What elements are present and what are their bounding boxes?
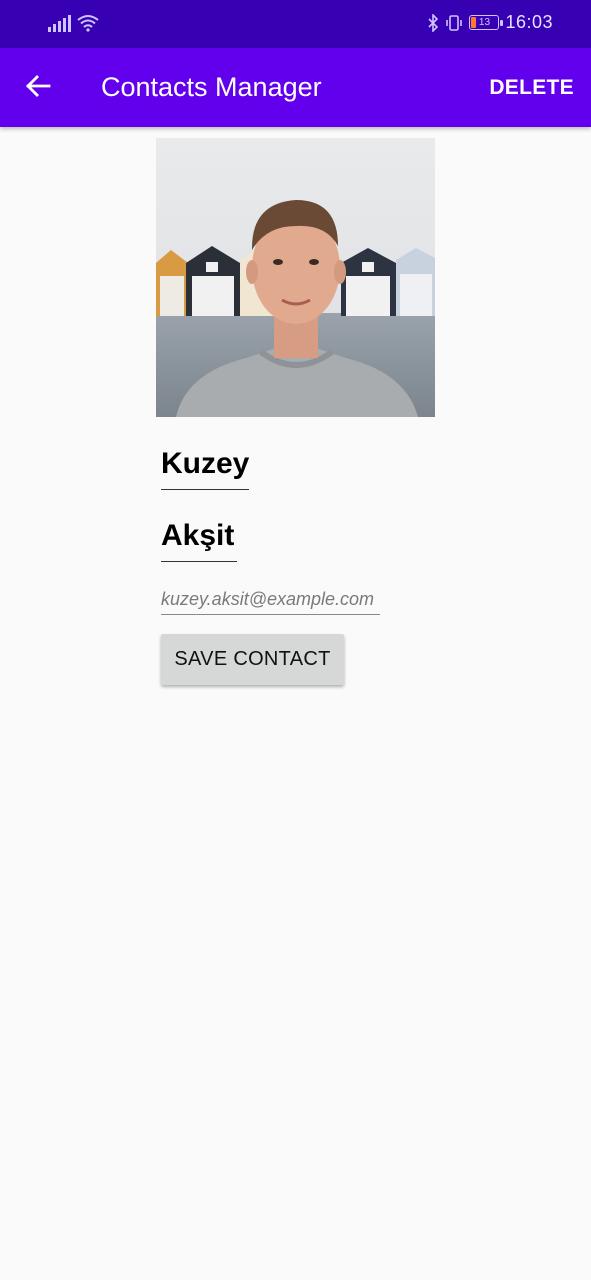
vibrate-icon — [445, 14, 463, 32]
status-left — [48, 14, 99, 32]
back-button[interactable] — [18, 68, 58, 108]
bluetooth-icon — [427, 13, 439, 32]
status-bar: 13 16:03 — [0, 0, 591, 48]
clock: 16:03 — [505, 12, 553, 32]
last-name-field[interactable]: Akşit — [161, 516, 237, 562]
app-title: Contacts Manager — [101, 72, 322, 102]
wifi-icon — [77, 14, 99, 32]
battery-icon: 13 — [469, 15, 504, 30]
first-name-value: Kuzey — [161, 447, 250, 480]
email-value: kuzey.aksit@example.com — [161, 589, 375, 609]
email-field[interactable]: kuzey.aksit@example.com — [161, 586, 380, 615]
battery-level: 13 — [478, 17, 491, 28]
delete-button[interactable]: DELETE — [489, 76, 574, 100]
signal-icon — [48, 14, 71, 32]
battery-fill — [471, 17, 477, 28]
last-name-value: Akşit — [161, 519, 235, 552]
app-bar: Contacts Manager DELETE — [0, 48, 591, 127]
save-contact-button[interactable]: SAVE CONTACT — [161, 634, 344, 685]
contact-photo[interactable] — [156, 138, 435, 417]
first-name-field[interactable]: Kuzey — [161, 444, 249, 490]
arrow-back-icon — [25, 74, 51, 103]
status-right: 13 16:03 — [427, 12, 553, 33]
